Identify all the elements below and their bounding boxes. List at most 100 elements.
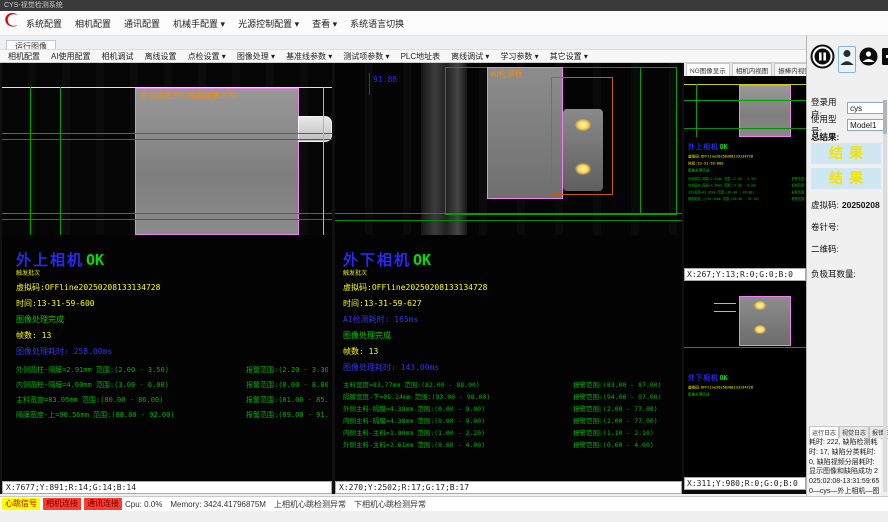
thumbnail-tabs: NG图像显示 相机内视图 振棒内视图 [684,63,806,76]
measure-value: 内侧主料-主料=1.90mm 范围:(1.00 - 2.20) [343,427,573,439]
exit-button[interactable] [881,47,888,71]
tool-test-params[interactable]: 测试项参数 ▾ [343,51,389,62]
mini-line: 图像处理完成 [688,392,806,397]
result-box-upper: 结果 [811,143,881,164]
thumbnail-column: NG图像显示 相机内视图 振棒内视图 外上相机OK 虚拟码:OFFline202… [684,63,806,494]
tool-camera-config[interactable]: 相机配置 [8,51,40,62]
menu-camera-config[interactable]: 相机配置 [75,17,111,30]
user-login-button[interactable] [838,46,856,73]
menu-system-config[interactable]: 系统配置 [26,17,62,30]
tool-plc-address[interactable]: PLC地址表 [401,51,441,62]
measure-green-line [335,213,682,214]
status-bar: 心跳信号 相机连接 通讯连接 Cpu: 0.0% Memory: 3424.41… [0,496,888,511]
alarm-range: 报警范围:(89.00 - 91.00) [246,410,328,425]
measurement-row: 外侧主料-隔膜=4.38mm 范围:(0.00 - 9.00)报警范围:(2.0… [343,403,678,415]
tool-other-settings[interactable]: 其它设置 ▾ [550,51,588,62]
mini-overlay-lower: 外下相机OK 虚拟码:OFFline20250208133134728 图像处理… [688,373,806,397]
pin-number-row: 卷针号: [811,221,885,233]
measure-green-line [2,139,332,140]
user-settings-button[interactable] [859,47,878,71]
mini-line: 虚拟码:OFFline20250208133134728 [688,154,806,159]
tool-offline-setting[interactable]: 离线设置 [145,51,177,62]
frame-count-line: 帧数: 13 [343,346,678,357]
right-view-coordinates: X:270;Y:2502;R:17;G:17;B:17 [335,481,682,494]
elapsed-line: 图像处理耗时: 143.00ms [343,362,678,373]
right-camera-image: AI检测框 91.88 [335,63,682,235]
window-titlebar: CYS-视觉检测系统 [0,0,888,11]
tool-baseline-params[interactable]: 基准线参数 ▾ [286,51,332,62]
measure-value: 外侧主料-主料=2.61mm 范围:(0.60 - 4.00) [343,439,573,451]
menu-comm-config[interactable]: 通讯配置 [124,17,160,30]
mini-status: OK [720,143,728,151]
measurement-row: 内侧圆柱-隔膜=4.60mm 范围:(3.00 - 6.00)报警范围:(0.0… [16,380,328,395]
time-line: 时间:13-31-59-627 [343,298,678,309]
qr-code-label: 二维码: [811,243,839,255]
thumbnail-upper-camera[interactable]: 外上相机OK 虚拟码:OFFline20250208133134728 时间:1… [684,76,806,268]
scrollbar-thumb[interactable] [883,100,887,134]
highlight-glow [575,119,591,131]
virtual-code-label: 虚拟码: [811,199,839,211]
exit-door-icon [881,47,888,66]
mini-line: 图像处理完成 [688,168,806,173]
measure-green-line [684,347,806,348]
right-camera-title: 外下相机 [343,251,411,269]
menu-bar: 系统配置 相机配置 通讯配置 机械手配置 ▾ 光源控制配置 ▾ 查看 ▾ 系统语… [0,11,888,36]
measure-value: 隔膜宽度-下=95.24mm 范围:(93.00 - 98.00) [343,391,573,403]
mini-overlay-upper: 外上相机OK 虚拟码:OFFline20250208133134728 时间:1… [688,142,806,204]
measure-value: 隔膜宽度-上=90.56mm 范围:(88.00 - 92.00) [16,410,246,425]
right-measurement-table: 主料宽度=83.77mm 范围:(82.00 - 88.00)报警范围:(83.… [343,379,678,451]
camera-connection-badge: 相机连接 [43,498,81,510]
window-title: CYS-视觉检测系统 [4,2,63,9]
thumbnail-lower-camera[interactable]: 外下相机OK 虚拟码:OFFline20250208133134728 图像处理… [684,281,806,477]
measurement-row: 主料宽度=83.05mm 范围:(80.00 - 86.00)报警范围:(81.… [16,395,328,410]
tool-offline-debug[interactable]: 离线调试 ▾ [451,51,489,62]
tool-spotcheck-setting[interactable]: 点检设置 ▾ [188,51,226,62]
tool-camera-debug[interactable]: 相机调试 [102,51,134,62]
measure-green-line [2,133,332,134]
comm-connection-badge: 通讯连接 [84,498,122,510]
green-vertical-line [640,67,641,215]
measure-value: 外侧圆柱-隔膜=2.91mm 范围:(2.00 - 3.50) [16,365,246,380]
person-icon [840,48,854,66]
menu-light-config[interactable]: 光源控制配置 ▾ [238,17,299,30]
tool-ai-config[interactable]: AI使用配置 [51,51,91,62]
measure-green-line [684,128,806,129]
menu-language-switch[interactable]: 系统语言切换 [350,17,404,30]
pin-number-label: 卷针号: [811,221,839,233]
measure-green-line [2,213,332,214]
lower-camera-alert: 下相机心跳检测异常 [354,499,426,510]
menu-robot-config[interactable]: 机械手配置 ▾ [173,17,225,30]
person-circle-icon [859,47,878,66]
processing-done-line: 图像处理完成 [16,314,328,325]
app-window: CYS-视觉检测系统 系统配置 相机配置 通讯配置 机械手配置 ▾ 光源控制配置… [0,0,888,522]
control-sidebar: 登录用户: cys 使用型号: Model1 总结果: 结果 结果 虚拟码: 2… [806,36,888,496]
left-camera-status: OK [86,251,104,269]
virtual-code-line: 虚拟码:OFFline20250208133134728 [16,282,328,293]
alarm-range: 报警范围:(83.00 - 87.00) [573,379,678,391]
pause-button[interactable] [810,44,835,74]
right-overlay-text: 外下相机OK 触发批次 虚拟码:OFFline20250208133134728… [343,249,678,451]
model-field[interactable]: Model1 [847,119,885,131]
tool-image-processing[interactable]: 图像处理 ▾ [237,51,275,62]
measurement-row: 隔膜宽度-上=90.56mm 范围:(88.00 - 92.00)报警范围:(8… [16,410,328,425]
right-camera-view[interactable]: AI检测框 91.88 外下相机OK 触发批次 虚拟码:OFFline20250… [335,63,682,481]
ai-time-line: AI检测耗时: 165ms [343,314,678,325]
thumbnail2-coordinates: X:311;Y:980;R:0;G:0;B:0 [684,477,806,490]
measurement-row: 内侧主料-主料=1.90mm 范围:(1.00 - 2.20)报警范围:(1.1… [343,427,678,439]
tab-count-label: 负极耳数量: [811,268,856,280]
sidebar-scrollbar[interactable] [883,100,887,492]
alarm-range: 报警范围:(81.00 - 85.00) [246,395,328,410]
yellow-annotation [714,311,736,312]
left-camera-view[interactable]: 手动阈值:93, 动态阈值:100 外上相机OK 触发批次 虚拟码:OFFlin… [2,63,332,481]
left-measurement-table: 外侧圆柱-隔膜=2.91mm 范围:(2.00 - 3.50)报警范围:(2.2… [16,365,328,425]
left-camera-title: 外上相机 [16,251,84,269]
menu-view[interactable]: 查看 ▾ [312,17,337,30]
tab-camera-inner-view[interactable]: 相机内视图 [732,63,773,76]
measure-value: 主料宽度=83.77mm 范围:(82.00 - 88.00) [343,379,573,391]
measurement-row: 主料宽度=83.77mm 范围:(82.00 - 88.00)报警范围:(83.… [343,379,678,391]
tab-ng-image[interactable]: NG图像显示 [686,63,730,76]
measurement-row: 外侧圆柱-隔膜=2.91mm 范围:(2.00 - 3.50)报警范围:(2.2… [16,365,328,380]
tool-learn-params[interactable]: 学习参数 ▾ [500,51,538,62]
yellow-annotation [714,303,736,304]
main-area: 手动阈值:93, 动态阈值:100 外上相机OK 触发批次 虚拟码:OFFlin… [0,63,806,494]
